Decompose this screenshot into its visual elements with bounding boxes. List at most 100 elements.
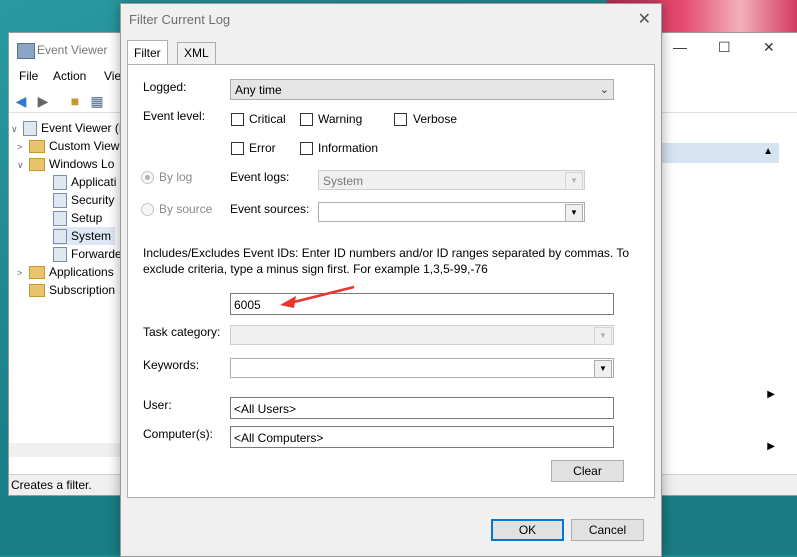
annotation-arrow — [280, 285, 355, 308]
task-category-dropdown[interactable]: ▼ — [230, 325, 614, 345]
tree-item-windows-logs[interactable]: ∨ Windows Lo — [17, 155, 114, 173]
collapse-up-icon[interactable]: ▲ — [763, 146, 773, 157]
menu-file[interactable]: File — [19, 69, 38, 83]
error-label: Error — [249, 141, 276, 155]
verbose-checkbox[interactable] — [394, 113, 407, 126]
log-icon — [53, 229, 67, 245]
chevron-down-icon: ▼ — [594, 360, 612, 378]
tree-item-system[interactable]: System — [53, 227, 116, 245]
computer-input[interactable]: <All Computers> — [230, 426, 614, 448]
tree-horizontal-scrollbar[interactable] — [9, 443, 121, 457]
computer-label: Computer(s): — [143, 427, 214, 441]
tree-item-forwarded[interactable]: Forwarde — [53, 245, 122, 263]
clear-button[interactable]: Clear — [551, 460, 624, 482]
tree-item-label: Event Viewer (Lo — [41, 121, 133, 135]
tree-item-label: System — [71, 229, 112, 243]
status-text: Creates a filter. — [11, 478, 92, 492]
event-viewer-node-icon — [23, 121, 37, 137]
event-logs-dropdown[interactable]: System ▼ — [318, 170, 585, 190]
tree-item-subscriptions[interactable]: Subscription — [29, 281, 115, 299]
event-logs-label: Event logs: — [230, 170, 290, 184]
by-log-radio[interactable] — [141, 171, 154, 184]
cancel-button[interactable]: Cancel — [571, 519, 644, 541]
user-label: User: — [143, 398, 172, 412]
log-icon — [53, 247, 67, 263]
folder-icon — [29, 284, 45, 298]
information-label: Information — [318, 141, 379, 155]
by-source-radio[interactable] — [141, 203, 154, 216]
tree-item-label: Security — [71, 193, 115, 207]
log-icon — [53, 211, 67, 227]
annotation-arrow-head — [280, 296, 296, 308]
filter-panel: Logged: Any time ⌄ Event level: Critical… — [127, 64, 655, 498]
chevron-down-icon: ∨ — [17, 160, 24, 170]
information-checkbox[interactable] — [300, 142, 313, 155]
chevron-down-icon: ⌄ — [599, 84, 609, 96]
tree-item-setup[interactable]: Setup — [53, 209, 102, 227]
tree-item-label: Forwarde — [71, 247, 122, 261]
ok-button[interactable]: OK — [491, 519, 564, 541]
console-tree: ∨ Event Viewer (Lo > Custom View ∨ Windows … — [9, 117, 132, 462]
event-ids-description: Includes/Excludes Event IDs: Enter ID nu… — [143, 246, 630, 276]
task-category-label: Task category: — [143, 325, 221, 339]
log-icon — [53, 193, 67, 209]
chevron-down-icon: ▼ — [594, 327, 612, 345]
folder-icon — [29, 140, 45, 154]
tree-item-custom-views[interactable]: > Custom View — [17, 137, 119, 155]
keywords-dropdown[interactable]: ▼ — [230, 358, 614, 378]
event-sources-label: Event sources: — [230, 202, 310, 216]
actions-header: ▲ — [659, 143, 779, 163]
by-source-label: By source — [159, 202, 213, 216]
submenu-arrow-icon[interactable]: ▶ — [767, 441, 775, 452]
minimize-icon[interactable]: — — [673, 39, 687, 55]
tree-item-applications-services[interactable]: > Applications — [17, 263, 114, 281]
chevron-right-icon: > — [17, 142, 23, 152]
tree-item-label: Windows Lo — [49, 157, 115, 171]
by-log-label: By log — [159, 170, 193, 184]
close-window-icon[interactable]: ✕ — [763, 39, 775, 56]
tree-item-label: Custom View — [49, 139, 120, 153]
logged-dropdown[interactable]: Any time ⌄ — [230, 79, 614, 100]
error-checkbox[interactable] — [231, 142, 244, 155]
user-input[interactable]: <All Users> — [230, 397, 614, 419]
verbose-label: Verbose — [413, 112, 458, 126]
tree-item-root[interactable]: ∨ Event Viewer (Lo — [11, 119, 132, 137]
close-icon[interactable]: ✕ — [638, 9, 651, 29]
chevron-right-icon: > — [17, 268, 23, 278]
submenu-arrow-icon[interactable]: ▶ — [767, 389, 775, 400]
forward-arrow-icon[interactable]: ▶ — [35, 93, 51, 109]
log-icon — [53, 175, 67, 191]
warning-label: Warning — [318, 112, 363, 126]
event-viewer-icon — [17, 43, 35, 59]
logged-value: Any time — [235, 83, 282, 97]
warning-checkbox[interactable] — [300, 113, 313, 126]
menu-action[interactable]: Action — [53, 69, 86, 83]
tab-filter[interactable]: Filter — [127, 40, 168, 64]
filter-current-log-dialog: Filter Current Log ✕ Filter XML Logged: … — [120, 3, 662, 557]
maximize-icon[interactable]: ☐ — [718, 39, 731, 56]
folder-icon — [29, 158, 45, 172]
show-hide-tree-icon[interactable]: ▦ — [89, 93, 105, 109]
actions-pane: ▲ ▶ ▶ — [659, 143, 779, 473]
logged-label: Logged: — [143, 80, 187, 94]
tree-item-security[interactable]: Security — [53, 191, 114, 209]
chevron-down-icon: ▼ — [565, 204, 583, 222]
keywords-label: Keywords: — [143, 358, 200, 372]
tab-xml[interactable]: XML — [177, 42, 216, 64]
critical-label: Critical — [249, 112, 286, 126]
menu-view[interactable]: Vie — [104, 69, 121, 83]
tree-item-label: Applicati — [71, 175, 117, 189]
back-arrow-icon[interactable]: ◀ — [13, 93, 29, 109]
event-sources-dropdown[interactable]: ▼ — [318, 202, 585, 222]
up-folder-icon[interactable]: ■ — [67, 93, 83, 109]
tree-item-label: Setup — [71, 211, 103, 225]
chevron-down-icon: ▼ — [565, 172, 583, 190]
annotation-arrow-shaft — [289, 285, 355, 305]
dialog-title: Filter Current Log — [129, 12, 231, 27]
event-level-label: Event level: — [143, 109, 206, 123]
critical-checkbox[interactable] — [231, 113, 244, 126]
event-viewer-title: Event Viewer — [37, 43, 108, 57]
tree-item-application[interactable]: Applicati — [53, 173, 116, 191]
tree-item-label: Subscription — [49, 283, 116, 297]
folder-icon — [29, 266, 45, 280]
